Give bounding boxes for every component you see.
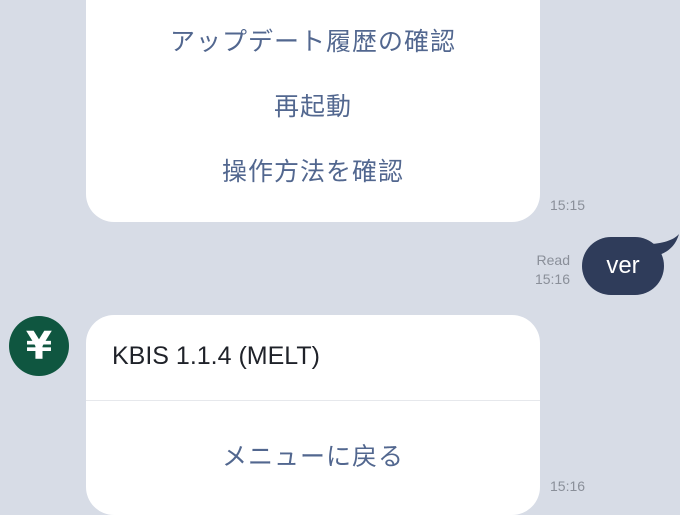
menu-card: アップデート履歴の確認 再起動 操作方法を確認 (86, 0, 540, 222)
message-timestamp: 15:16 (550, 478, 586, 494)
outgoing-message-text: ver (606, 252, 640, 279)
chat-thread: アップデート履歴の確認 再起動 操作方法を確認 15:15 Read 15:16… (0, 0, 680, 515)
outgoing-message-bubble[interactable]: ver (582, 237, 664, 295)
message-timestamp: 15:15 (550, 197, 586, 213)
read-receipt: Read 15:16 (520, 251, 570, 289)
yen-icon: ¥ (25, 324, 53, 368)
back-to-menu-button[interactable]: メニューに戻る (86, 437, 540, 473)
restart-button[interactable]: 再起動 (86, 87, 540, 123)
update-history-button[interactable]: アップデート履歴の確認 (86, 22, 540, 58)
how-to-use-button[interactable]: 操作方法を確認 (86, 152, 540, 188)
message-timestamp: 15:16 (534, 271, 570, 287)
version-text: KBIS 1.1.4 (MELT) (112, 342, 320, 370)
reply-card: KBIS 1.1.4 (MELT) メニューに戻る (86, 315, 540, 515)
divider (86, 400, 540, 401)
read-label: Read (536, 252, 570, 268)
bot-avatar[interactable]: ¥ (9, 316, 69, 376)
